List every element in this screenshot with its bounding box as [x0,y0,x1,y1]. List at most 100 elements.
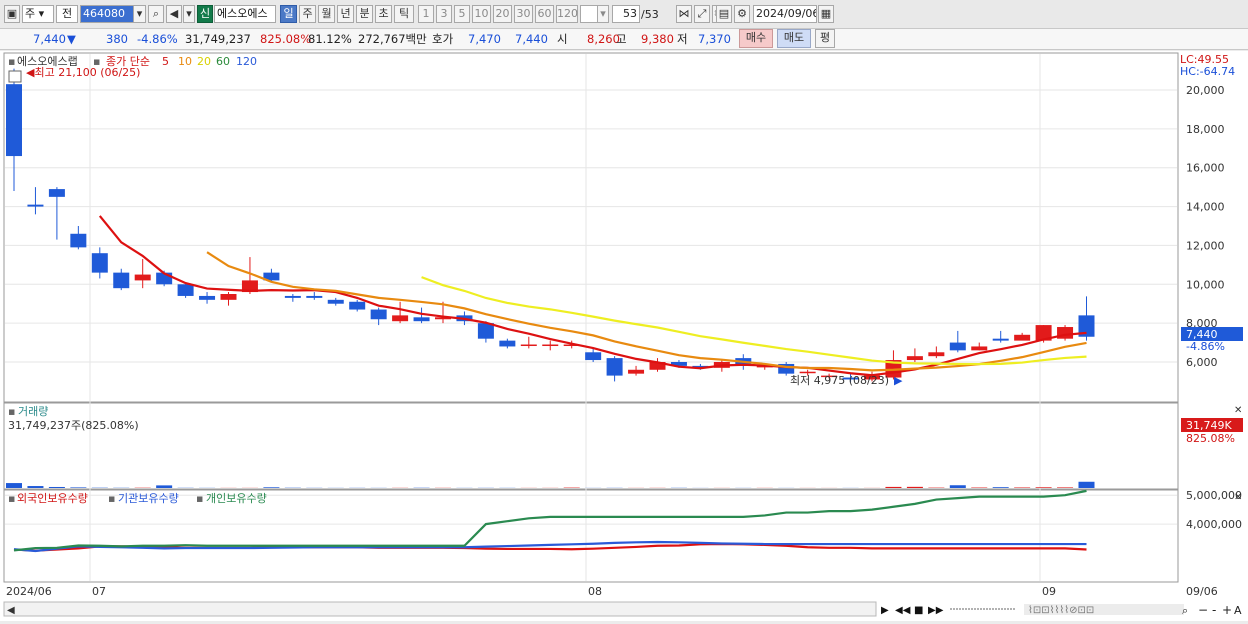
close-panel-icon: ✕ [1234,405,1242,416]
eval-button[interactable]: 평 [815,29,835,48]
interval-120[interactable]: 120 [556,5,578,23]
foreign-label: 외국인보유수량 [17,492,88,505]
period-minute[interactable]: 분 [356,5,373,23]
candle-body [414,317,430,321]
scroll-track[interactable] [4,602,876,616]
turnover-rate: 81.12% [308,31,352,47]
period-day[interactable]: 일 [280,5,297,23]
price-tag-percent: -4.86% [1186,340,1225,353]
legend-bullet-icon: ▪ [196,492,203,505]
price-tick-label: 12,000 [1186,239,1225,252]
open-price: 8,260 [587,31,620,47]
interval-60[interactable]: 60 [535,5,554,23]
stock-name[interactable]: 에스오에스 [214,5,276,23]
x-label-aug: 08 [588,585,602,598]
volume-tag: 31,749K [1186,419,1232,432]
candle-body [70,234,86,248]
candle-body [993,339,1009,341]
candle-body [199,296,215,300]
candle-body [1014,335,1030,341]
text-tool-icon: A [1234,604,1242,617]
period-second[interactable]: 초 [375,5,392,23]
volume-bar [156,485,172,488]
holding-legend: ▪ 외국인보유수량 ▪ 기관보유수량 ▪ 개인보유수량 [8,492,267,505]
candle-body [928,352,944,356]
candle-body [800,372,816,374]
x-axis: 2024/06 07 08 09 09/06 [6,585,1218,598]
x-label-sep: 09 [1042,585,1056,598]
market-select[interactable]: 주 ▾ [22,5,54,23]
candle-body [221,294,237,300]
legend-bullet-icon: ▪ [8,55,15,68]
low-label: 저 [677,31,688,47]
count-input[interactable]: 53 [612,5,640,23]
volume-bar [6,483,22,488]
code-dropdown-icon[interactable]: ▾ [133,5,146,23]
volume-bar [907,487,923,488]
sell-button[interactable]: 매도 [777,29,811,48]
price-tick-label: 14,000 [1186,201,1225,214]
period-month[interactable]: 월 [318,5,335,23]
volume-bar [49,487,65,488]
candle-body [328,300,344,304]
ma-10-label: 10 [178,55,192,68]
panel-settings-icon [9,71,21,82]
min-arrow-icon: ▶ [894,374,903,387]
candle-body [6,84,22,156]
window-icon[interactable]: ▣ [4,5,20,23]
speaker-icon[interactable]: ◀ [166,5,182,23]
candle-body [585,352,601,360]
scroll-right-icon: ▶ [881,605,889,616]
buy-button[interactable]: 매수 [739,29,773,48]
price-tick-label: 6,000 [1186,356,1218,369]
max-annotation: ◀최고 21,100 (06/25) [26,66,140,79]
candle-body [521,345,537,347]
low-price: 7,370 [698,31,731,47]
interval-5[interactable]: 5 [454,5,470,23]
expand-icon[interactable]: ⤢ [694,5,710,23]
panel-frames [4,53,1178,582]
interval-20[interactable]: 20 [493,5,512,23]
stock-chart[interactable]: ▪ 에스오에스랩 ▪ 종가 단순 5 10 20 60 120 ◀최고 21,1… [0,51,1248,621]
chart-area: ▪ 에스오에스랩 ▪ 종가 단순 5 10 20 60 120 ◀최고 21,1… [0,51,1248,621]
high-price: 9,380 [641,31,674,47]
period-tick[interactable]: 틱 [394,5,414,23]
period-week[interactable]: 주 [299,5,316,23]
interval-1[interactable]: 1 [418,5,434,23]
volume-bar [1079,482,1095,488]
volume-bars [6,482,1095,488]
x-label-jun: 2024/06 [6,585,52,598]
search-icon[interactable]: ⌕ [148,5,164,23]
interval-30[interactable]: 30 [514,5,533,23]
price-tick-label: 10,000 [1186,278,1225,291]
price-tick-label: 18,000 [1186,123,1225,136]
volume-bar [1036,487,1052,488]
prefix-box[interactable]: 전 [56,5,78,23]
stock-code-input[interactable]: 464080 [80,5,134,23]
candle-body [49,189,65,197]
volume-value: 31,749,237 [185,31,251,47]
date-input[interactable]: 2024/09/06 [753,5,817,23]
volume-bar [263,487,279,488]
open-label: 시 [557,31,568,47]
interval-dropdown-icon[interactable]: ▾ [597,5,609,23]
quote-bar: 7,440 ▼ 380 -4.86% 31,749,237 825.08% 81… [0,29,1248,50]
candle-body [178,284,194,296]
calendar-icon[interactable]: ▦ [818,5,834,23]
candle-body [92,253,108,272]
candle-body [907,356,923,360]
legend-bullet-icon: ▪ [8,405,15,418]
speaker-dropdown-icon[interactable]: ▾ [183,5,195,23]
ask-price: 7,470 [468,31,501,47]
price-tick-label: 16,000 [1186,162,1225,175]
period-year[interactable]: 년 [337,5,354,23]
save-icon[interactable]: ▤ [716,5,732,23]
min-annotation: 최저 4,975 (08/23) [790,374,889,387]
settings-gear-icon[interactable]: ⚙ [734,5,750,23]
interval-10[interactable]: 10 [472,5,491,23]
interval-3[interactable]: 3 [436,5,452,23]
zoom-out-icon: ⌕ [1182,604,1188,617]
link-icon[interactable]: ⋈ [676,5,692,23]
candle-body [971,346,987,350]
candle-body [607,358,623,375]
